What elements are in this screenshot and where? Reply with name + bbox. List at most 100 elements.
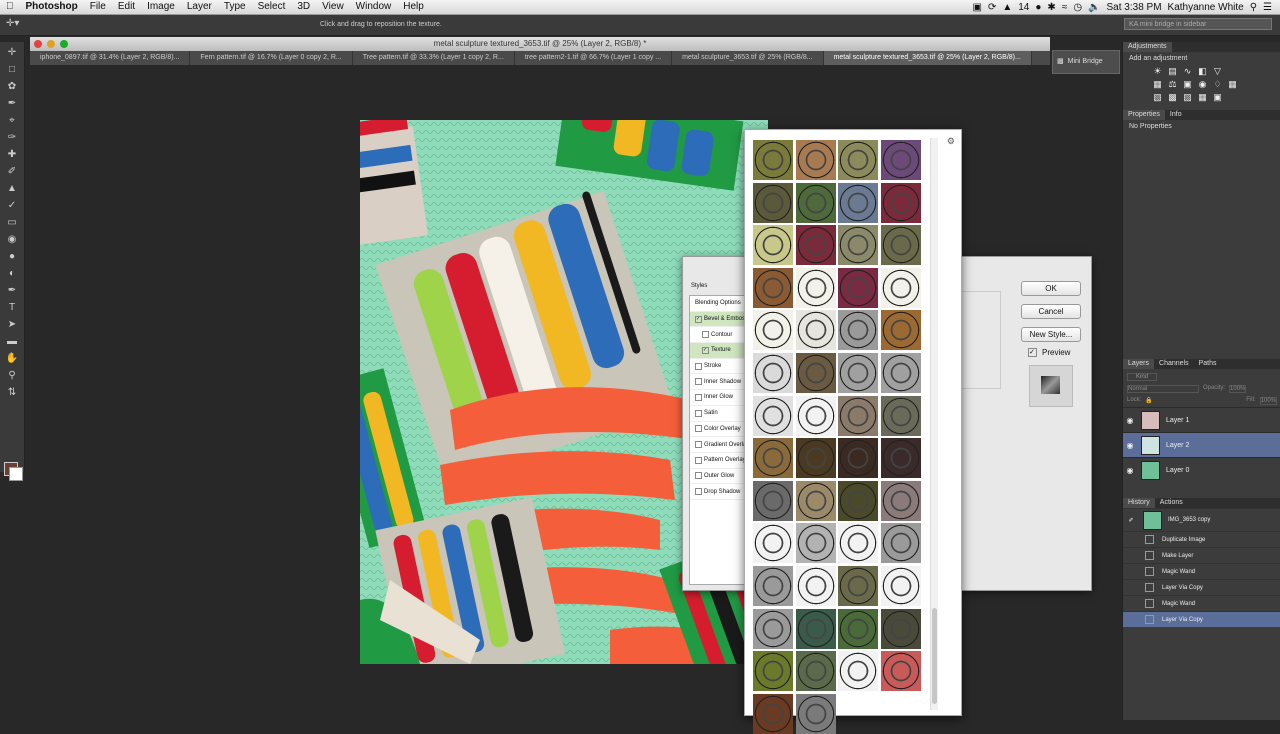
pattern-swatch[interactable]	[753, 183, 793, 223]
history-item[interactable]: Make Layer	[1123, 547, 1280, 563]
style-checkbox[interactable]	[695, 472, 702, 479]
rectangle-tool-icon[interactable]: ▬	[5, 336, 19, 348]
doc-tab[interactable]: tree pattern2-1.tif @ 66.7% (Layer 1 cop…	[515, 51, 672, 65]
hand-tool-icon[interactable]: ✋	[5, 353, 19, 365]
clone-stamp-tool-icon[interactable]: ▲	[5, 183, 19, 195]
pattern-swatch[interactable]	[881, 609, 921, 649]
gear-icon[interactable]: ⚙	[947, 136, 955, 147]
pattern-swatch[interactable]	[881, 353, 921, 393]
pattern-swatch[interactable]	[753, 353, 793, 393]
pattern-swatch[interactable]	[796, 523, 836, 563]
blend-mode-select[interactable]: Normal	[1127, 385, 1199, 393]
pattern-swatch[interactable]	[796, 566, 836, 606]
pattern-swatch[interactable]	[753, 225, 793, 265]
layer-kind-filter[interactable]: Kind	[1127, 373, 1157, 381]
visibility-eye-icon[interactable]: ◉	[1123, 441, 1137, 450]
time-machine-icon[interactable]: ◷	[1073, 2, 1082, 13]
style-checkbox[interactable]	[695, 457, 702, 464]
pattern-swatch[interactable]	[838, 183, 878, 223]
volume-icon[interactable]: 🔈	[1088, 2, 1100, 13]
pattern-swatch[interactable]	[753, 609, 793, 649]
list-icon[interactable]: ☰	[1263, 2, 1272, 13]
pattern-swatch[interactable]	[838, 396, 878, 436]
doc-tab[interactable]: Fern pattern.tif @ 16.7% (Layer 0 copy 2…	[190, 51, 352, 65]
spotlight-search-icon[interactable]: ⚲	[1250, 2, 1257, 13]
tab-properties[interactable]: Properties	[1123, 110, 1165, 120]
style-checkbox[interactable]	[695, 363, 702, 370]
apple-icon[interactable]: 	[0, 0, 20, 14]
status-number[interactable]: 14	[1018, 2, 1029, 13]
pattern-swatch[interactable]	[796, 438, 836, 478]
wifi-icon[interactable]: ≈	[1062, 2, 1068, 13]
zoom-tool-icon[interactable]: ⚲	[5, 370, 19, 382]
photo-filter-icon[interactable]: ◉	[1198, 80, 1207, 89]
doc-tab-active[interactable]: metal sculpture textured_3653.tif @ 25% …	[824, 51, 1032, 65]
mini-bridge-search[interactable]: KA mini bridge in sidebar	[1124, 18, 1272, 30]
close-window-icon[interactable]	[34, 40, 42, 48]
doc-tab[interactable]: iphone_0897.tif @ 31.4% (Layer 2, RGB/8)…	[30, 51, 190, 65]
style-checkbox[interactable]	[695, 394, 702, 401]
pattern-swatch[interactable]	[753, 523, 793, 563]
exposure-icon[interactable]: ◧	[1198, 67, 1207, 76]
tab-history[interactable]: History	[1123, 498, 1155, 508]
channel-mixer-icon[interactable]: ♢	[1213, 80, 1222, 89]
pattern-swatch[interactable]	[796, 651, 836, 691]
pattern-swatch[interactable]	[838, 310, 878, 350]
pattern-swatch[interactable]	[796, 225, 836, 265]
pattern-swatch[interactable]	[881, 651, 921, 691]
clock[interactable]: Sat 3:38 PM	[1107, 2, 1162, 13]
posterize-icon[interactable]: ▩	[1168, 93, 1177, 102]
history-item[interactable]: Layer Via Copy	[1123, 579, 1280, 595]
pattern-swatch[interactable]	[796, 481, 836, 521]
color-lookup-icon[interactable]: ▦	[1228, 80, 1237, 89]
menu-help[interactable]: Help	[397, 0, 430, 14]
style-checkbox[interactable]	[695, 441, 702, 448]
pattern-swatch[interactable]	[881, 396, 921, 436]
menu-select[interactable]: Select	[252, 0, 292, 14]
history-item[interactable]: Magic Wand	[1123, 595, 1280, 611]
paint-bucket-tool-icon[interactable]: ◉	[5, 234, 19, 246]
pattern-swatch[interactable]	[838, 140, 878, 180]
style-checkbox[interactable]	[695, 410, 702, 417]
color-balance-icon[interactable]: ⚖	[1168, 80, 1177, 89]
minimize-window-icon[interactable]	[47, 40, 55, 48]
brush-tool-icon[interactable]: ✐	[5, 166, 19, 178]
quick-select-tool-icon[interactable]: ✒	[5, 98, 19, 110]
pattern-swatch[interactable]	[881, 225, 921, 265]
vibrance-icon[interactable]: ▽	[1213, 67, 1222, 76]
lasso-tool-icon[interactable]: ✿	[5, 81, 19, 93]
selective-color-icon[interactable]: ▣	[1213, 93, 1222, 102]
pattern-swatch[interactable]	[753, 268, 793, 308]
pattern-swatch[interactable]	[881, 523, 921, 563]
fill-value[interactable]: 100%	[1260, 397, 1277, 405]
pattern-swatch[interactable]	[796, 140, 836, 180]
pattern-swatch[interactable]	[753, 140, 793, 180]
style-checkbox[interactable]	[702, 331, 709, 338]
menu-app-name[interactable]: Photoshop	[20, 0, 84, 14]
pattern-swatch[interactable]	[753, 396, 793, 436]
pattern-swatch[interactable]	[838, 651, 878, 691]
history-brush-tool-icon[interactable]: ✓	[5, 200, 19, 212]
levels-icon[interactable]: ▤	[1168, 67, 1177, 76]
tab-info[interactable]: Info	[1165, 110, 1187, 120]
visibility-eye-icon[interactable]: ◉	[1123, 466, 1137, 475]
healing-brush-tool-icon[interactable]: ✚	[5, 149, 19, 161]
pattern-swatch[interactable]	[881, 566, 921, 606]
pattern-swatch[interactable]	[838, 609, 878, 649]
background-color-swatch[interactable]	[9, 467, 23, 481]
doc-tab[interactable]: metal sculpture_3653.tif @ 25% (RGB/8...	[672, 51, 823, 65]
style-checkbox[interactable]: ✓	[695, 316, 702, 323]
pattern-swatch[interactable]	[838, 566, 878, 606]
eyedropper-tool-icon[interactable]: ✑	[5, 132, 19, 144]
zoom-window-icon[interactable]	[60, 40, 68, 48]
preview-check-icon[interactable]: ✓	[1028, 348, 1037, 357]
menu-3d[interactable]: 3D	[291, 0, 316, 14]
history-snapshot[interactable]: ✐ IMG_3653 copy	[1123, 508, 1280, 531]
style-checkbox[interactable]: ✓	[702, 347, 709, 354]
pattern-swatch[interactable]	[796, 310, 836, 350]
pattern-swatch[interactable]	[881, 438, 921, 478]
pattern-swatch[interactable]	[753, 481, 793, 521]
dodge-tool-icon[interactable]: ◐	[5, 268, 19, 280]
adobe-icon[interactable]: ▲	[1002, 2, 1012, 13]
pattern-swatch[interactable]	[796, 694, 836, 734]
